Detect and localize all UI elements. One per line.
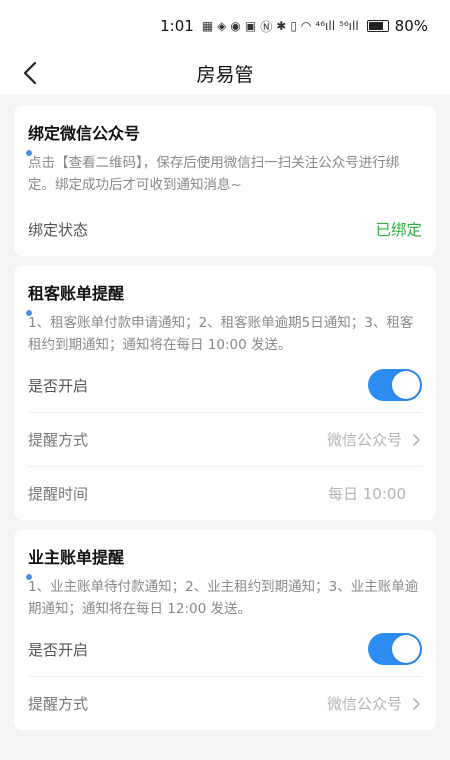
tenant-enable-row: 是否开启: [28, 358, 422, 412]
bullet-dot: [26, 150, 32, 156]
notification-icon: ▦: [201, 19, 214, 33]
tenant-method-row[interactable]: 提醒方式 微信公众号: [28, 412, 422, 466]
app-icon: ◈: [217, 19, 227, 33]
method-label: 提醒方式: [28, 695, 89, 713]
card-title: 绑定微信公众号: [28, 124, 141, 143]
toggle-knob: [392, 635, 420, 663]
card-description: 1、业主账单待付款通知；2、业主租约到期通知；3、业主账单逾期通知；通知将在每日…: [26, 574, 422, 620]
bullet-dot: [26, 574, 32, 580]
owner-enable-row: 是否开启: [28, 622, 422, 676]
method-label: 提醒方式: [28, 431, 89, 449]
enable-label: 是否开启: [28, 376, 89, 395]
bind-status-value: 已绑定: [375, 221, 422, 239]
back-button[interactable]: [14, 57, 46, 89]
status-time: 1:01: [160, 17, 194, 35]
time-label: 提醒时间: [28, 485, 89, 503]
chevron-right-icon: [413, 433, 420, 446]
bluetooth-icon: ✱: [276, 19, 287, 33]
wechat-bind-card: 绑定微信公众号 点击【查看二维码】，保存后使用微信扫一扫关注公众号进行绑定。绑定…: [14, 106, 436, 256]
tenant-time-row[interactable]: 提醒时间 每日 10:00: [28, 466, 422, 520]
tenant-enable-toggle[interactable]: [368, 369, 422, 401]
card-description: 1、租客账单付款申请通知；2、租客账单逾期5日通知；3、租客租约到期通知；通知将…: [26, 310, 422, 356]
toggle-knob: [392, 371, 420, 399]
method-value: 微信公众号: [327, 693, 422, 714]
status-icons: ▦ ◈ ◉ ▣ Ⓝ ✱ ▯ ◠ ⁴⁶ıll ⁵⁶ıll: [202, 18, 389, 35]
method-value: 微信公众号: [327, 429, 422, 450]
wifi-icon: ◠: [300, 19, 312, 33]
settings-list: 绑定微信公众号 点击【查看二维码】，保存后使用微信扫一扫关注公众号进行绑定。绑定…: [0, 94, 450, 760]
battery-icon: [366, 20, 389, 32]
bullet-dot: [26, 310, 32, 316]
enable-label: 是否开启: [28, 640, 89, 659]
chevron-right-icon: [413, 697, 420, 710]
vibrate-icon: ▯: [290, 19, 297, 33]
bind-status-row: 绑定状态 已绑定: [28, 202, 422, 256]
card-title: 业主账单提醒: [28, 548, 125, 567]
nfc-icon: Ⓝ: [260, 19, 273, 34]
nav-bar: 房易管: [0, 52, 450, 94]
page-title: 房易管: [196, 63, 254, 86]
app2-icon: ▣: [244, 19, 257, 33]
chevron-left-icon: [23, 61, 37, 85]
tenant-bill-card: 租客账单提醒 1、租客账单付款申请通知；2、租客账单逾期5日通知；3、租客租约到…: [14, 266, 436, 520]
owner-enable-toggle[interactable]: [368, 633, 422, 665]
time-value: 每日 10:00: [328, 485, 406, 503]
status-bar: 1:01 ▦ ◈ ◉ ▣ Ⓝ ✱ ▯ ◠ ⁴⁶ıll ⁵⁶ıll 80%: [0, 0, 450, 52]
signal-icon: ⁴⁶ıll: [315, 19, 336, 33]
owner-bill-card: 业主账单提醒 1、业主账单待付款通知；2、业主租约到期通知；3、业主账单逾期通知…: [14, 530, 436, 730]
signal2-icon: ⁵⁶ıll: [339, 19, 359, 33]
card-description[interactable]: 点击【查看二维码】，保存后使用微信扫一扫关注公众号进行绑定。绑定成功后才可收到通…: [26, 150, 422, 196]
weibo-icon: ◉: [230, 19, 241, 33]
bind-status-label: 绑定状态: [28, 220, 89, 239]
card-title: 租客账单提醒: [28, 284, 125, 303]
battery-percent: 80%: [394, 17, 428, 35]
owner-method-row[interactable]: 提醒方式 微信公众号: [28, 676, 422, 730]
